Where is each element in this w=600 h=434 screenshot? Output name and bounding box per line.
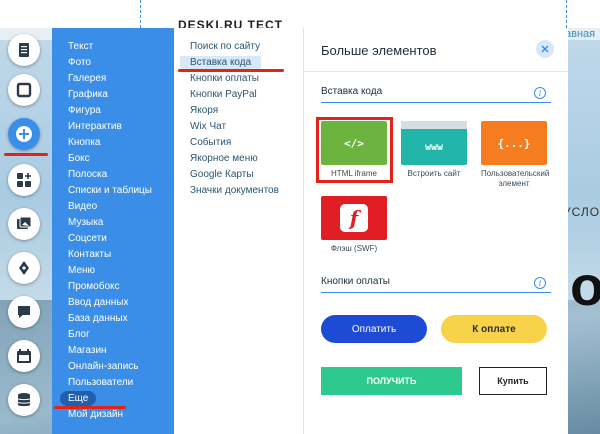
info-icon[interactable]: i	[534, 87, 546, 99]
tile-label: Флэш (SWF)	[330, 244, 378, 253]
buy-button-white[interactable]: Купить	[479, 367, 547, 395]
section-title-embed: Вставка кода	[321, 86, 383, 97]
pages-button[interactable]	[8, 34, 40, 66]
browser-bar	[401, 121, 467, 129]
category-item[interactable]: Видео	[68, 200, 97, 213]
add-panel-categories: Текст Фото Галерея Графика Фигура Интера…	[52, 28, 174, 434]
category-item[interactable]: Графика	[68, 88, 108, 101]
database-icon	[17, 393, 31, 407]
submenu-item[interactable]: Якоря	[190, 104, 218, 117]
category-item[interactable]: Онлайн-запись	[68, 360, 139, 373]
browser-icon: www	[401, 121, 467, 165]
category-item[interactable]: Текст	[68, 40, 93, 53]
category-item[interactable]: Бокс	[68, 152, 90, 165]
tile-custom-element[interactable]: {...} Пользовательский элемент	[481, 121, 550, 189]
tile-label: Встроить сайт	[407, 169, 461, 178]
blog-button[interactable]	[8, 252, 40, 284]
chat-button[interactable]	[8, 296, 40, 328]
flash-icon: f	[340, 204, 368, 232]
category-item[interactable]: Мой дизайн	[68, 408, 123, 421]
submenu-item-selected[interactable]: Вставка кода	[180, 56, 262, 69]
submenu-item[interactable]: Кнопки PayPal	[190, 88, 257, 101]
category-item-selected[interactable]: Еще	[60, 391, 97, 406]
submenu-item[interactable]: Google Карты	[190, 168, 254, 181]
site-menu-link[interactable]: авная	[565, 28, 595, 40]
tile-embed-site[interactable]: www Встроить сайт	[401, 121, 467, 179]
add-panel-submenu: Поиск по сайту Вставка кода Кнопки оплат…	[174, 28, 304, 434]
category-item[interactable]: Фигура	[68, 104, 101, 117]
panel-header: Больше элементов	[304, 28, 568, 72]
site-side-text: УСЛО	[563, 205, 600, 219]
add-icon	[16, 126, 32, 142]
submenu-item[interactable]: Поиск по сайту	[190, 40, 260, 53]
category-item[interactable]: Контакты	[68, 248, 111, 261]
close-button[interactable]	[536, 40, 554, 58]
calendar-icon	[17, 349, 31, 363]
apps-icon	[17, 173, 31, 187]
tile-label: Пользовательский элемент	[481, 169, 550, 188]
database-button[interactable]	[8, 384, 40, 416]
pen-icon	[19, 261, 29, 275]
category-item[interactable]: Списки и таблицы	[68, 184, 152, 197]
category-item[interactable]: Полоска	[68, 168, 107, 181]
pages-icon	[19, 43, 29, 57]
apps-button[interactable]	[8, 164, 40, 196]
category-item[interactable]: База данных	[68, 312, 128, 325]
submenu-item[interactable]: Wix Чат	[190, 120, 226, 133]
category-item[interactable]: Музыка	[68, 216, 103, 229]
annotation-underline-add	[4, 153, 48, 156]
chat-icon	[18, 306, 30, 318]
category-item[interactable]: Пользователи	[68, 376, 133, 389]
pay-button-blue[interactable]: Оплатить	[321, 315, 427, 343]
tile-flash[interactable]: f Флэш (SWF)	[321, 196, 387, 254]
panel-title: Больше элементов	[321, 43, 437, 58]
site-header	[0, 0, 600, 28]
section-divider	[321, 102, 551, 103]
category-item[interactable]: Меню	[68, 264, 95, 277]
section-title-payments: Кнопки оплаты	[321, 276, 390, 287]
category-item[interactable]: Магазин	[68, 344, 107, 357]
media-icon	[17, 216, 32, 229]
close-icon	[541, 45, 549, 53]
category-item[interactable]: Кнопка	[68, 136, 100, 149]
submenu-item[interactable]: Значки документов	[190, 184, 279, 197]
editor-left-rail	[0, 28, 50, 434]
category-item[interactable]: Ввод данных	[68, 296, 128, 309]
braces-icon: {...}	[481, 121, 547, 165]
media-button[interactable]	[8, 208, 40, 240]
category-item[interactable]: Блог	[68, 328, 90, 341]
category-item[interactable]: Интерактив	[68, 120, 122, 133]
site-big-letter: o	[570, 254, 600, 317]
background-icon	[16, 82, 32, 98]
category-item[interactable]: Фото	[68, 56, 91, 69]
section-divider	[321, 292, 551, 293]
category-item[interactable]: Соцсети	[68, 232, 107, 245]
bookings-button[interactable]	[8, 340, 40, 372]
background-button[interactable]	[8, 74, 40, 106]
add-button[interactable]	[8, 118, 40, 150]
submenu-item[interactable]: Якорное меню	[190, 152, 258, 165]
submenu-item[interactable]: События	[190, 136, 231, 149]
buy-button-green[interactable]: ПОЛУЧИТЬ	[321, 367, 462, 395]
add-panel-content: Больше элементов Вставка кода i </> HTML…	[304, 28, 568, 434]
pay-button-yellow[interactable]: К оплате	[441, 315, 547, 343]
info-icon[interactable]: i	[534, 277, 546, 289]
category-item[interactable]: Промобокс	[68, 280, 120, 293]
annotation-box-html	[316, 117, 393, 183]
flash-tile-image: f	[321, 196, 387, 240]
submenu-item[interactable]: Кнопки оплаты	[190, 72, 259, 85]
category-item[interactable]: Галерея	[68, 72, 106, 85]
